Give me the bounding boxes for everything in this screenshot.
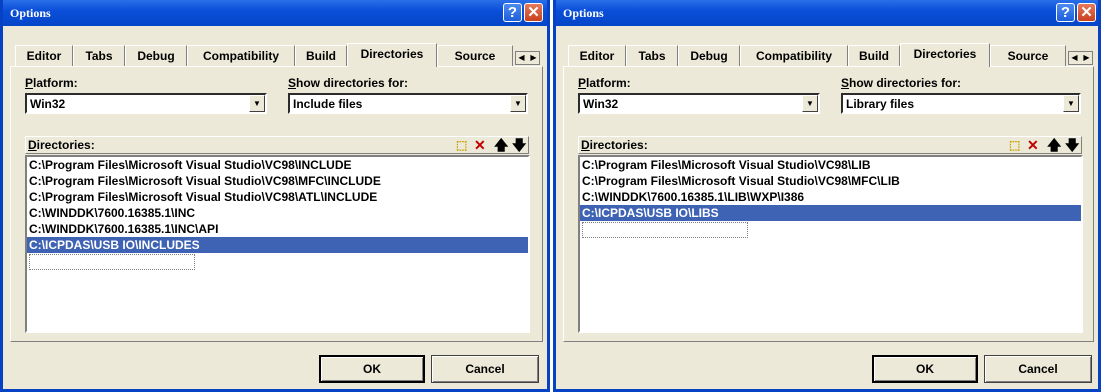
list-item[interactable]: C:\WINDDK\7600.16385.1\INC [27, 205, 528, 221]
tab-scroll-left-icon[interactable]: ◀ [516, 52, 527, 64]
cancel-button[interactable]: Cancel [984, 355, 1092, 383]
platform-select[interactable]: Win32 ▼ [578, 93, 820, 114]
arrow-up-icon[interactable]: 🡅 [494, 137, 508, 153]
tab-directories[interactable]: Directories [347, 43, 437, 67]
list-item-selected[interactable]: C:\ICPDAS\USB IO\LIBS [580, 205, 1081, 221]
list-item[interactable]: C:\Program Files\Microsoft Visual Studio… [27, 173, 528, 189]
directories-label: Directories: [581, 138, 648, 152]
chevron-down-icon[interactable]: ▼ [1063, 95, 1079, 112]
directories-label: Directories: [28, 138, 95, 152]
tab-scroll-buttons[interactable]: ◀ ▶ [515, 51, 540, 65]
tab-source[interactable]: Source [990, 45, 1066, 66]
arrow-down-icon[interactable]: 🡇 [1065, 137, 1079, 153]
directories-list[interactable]: C:\Program Files\Microsoft Visual Studio… [578, 155, 1083, 333]
options-dialog-include: Options ? ✕ Editor Tabs Debug Compatibil… [0, 0, 550, 392]
title-bar[interactable]: Options ? ✕ [556, 0, 1098, 26]
delete-icon[interactable]: ✕ [1027, 137, 1039, 153]
show-directories-select[interactable]: Include files ▼ [288, 93, 528, 114]
options-dialog-library: Options ? ✕ Editor Tabs Debug Compatibil… [553, 0, 1101, 392]
tab-scroll-buttons[interactable]: ◀ ▶ [1068, 51, 1093, 65]
tab-compatibility[interactable]: Compatibility [740, 45, 848, 66]
arrow-down-icon[interactable]: 🡇 [512, 137, 526, 153]
new-entry-placeholder[interactable] [29, 254, 195, 270]
tab-debug[interactable]: Debug [678, 45, 740, 66]
directories-panel: Platform: Win32 ▼ Show directories for: … [10, 66, 543, 342]
platform-select[interactable]: Win32 ▼ [25, 93, 267, 114]
chevron-down-icon[interactable]: ▼ [802, 95, 818, 112]
new-folder-icon[interactable]: ⬚ [1009, 137, 1020, 153]
ok-button[interactable]: OK [872, 355, 978, 383]
chevron-down-icon[interactable]: ▼ [249, 95, 265, 112]
list-item-selected[interactable]: C:\ICPDAS\USB IO\INCLUDES [27, 237, 528, 253]
list-item[interactable]: C:\Program Files\Microsoft Visual Studio… [580, 157, 1081, 173]
tab-build[interactable]: Build [848, 45, 900, 66]
tab-editor[interactable]: Editor [568, 45, 626, 66]
tab-source[interactable]: Source [437, 45, 513, 66]
list-item[interactable]: C:\WINDDK\7600.16385.1\LIB\WXP\I386 [580, 189, 1081, 205]
new-entry-placeholder[interactable] [582, 222, 748, 238]
tab-scroll-right-icon[interactable]: ▶ [1081, 52, 1092, 64]
title-bar[interactable]: Options ? ✕ [3, 0, 547, 26]
window-title: Options [10, 6, 51, 20]
arrow-up-icon[interactable]: 🡅 [1047, 137, 1061, 153]
new-folder-icon[interactable]: ⬚ [456, 137, 467, 153]
directories-list[interactable]: C:\Program Files\Microsoft Visual Studio… [25, 155, 530, 333]
window-title: Options [563, 6, 604, 20]
close-button[interactable]: ✕ [1077, 3, 1096, 22]
show-directories-value: Library files [846, 97, 915, 111]
directories-header: Directories: ⬚ ✕ 🡅 🡇 [25, 136, 529, 154]
list-item[interactable]: C:\Program Files\Microsoft Visual Studio… [27, 189, 528, 205]
list-item[interactable]: C:\WINDDK\7600.16385.1\INC\API [27, 221, 528, 237]
cancel-button[interactable]: Cancel [431, 355, 539, 383]
show-directories-label: Show directories for: [288, 76, 409, 90]
tab-tabs[interactable]: Tabs [73, 45, 125, 66]
platform-value: Win32 [583, 97, 619, 111]
tab-editor[interactable]: Editor [15, 45, 73, 66]
help-button[interactable]: ? [1056, 3, 1075, 22]
tab-compatibility[interactable]: Compatibility [187, 45, 295, 66]
platform-label: Platform: [578, 76, 631, 90]
tab-scroll-right-icon[interactable]: ▶ [528, 52, 539, 64]
platform-label: Platform: [25, 76, 78, 90]
list-item[interactable]: C:\Program Files\Microsoft Visual Studio… [580, 173, 1081, 189]
help-button[interactable]: ? [503, 3, 522, 22]
show-directories-select[interactable]: Library files ▼ [841, 93, 1081, 114]
tab-build[interactable]: Build [295, 45, 347, 66]
directories-header: Directories: ⬚ ✕ 🡅 🡇 [578, 136, 1082, 154]
chevron-down-icon[interactable]: ▼ [510, 95, 526, 112]
tab-directories[interactable]: Directories [900, 43, 990, 67]
delete-icon[interactable]: ✕ [474, 137, 486, 153]
ok-button[interactable]: OK [319, 355, 425, 383]
platform-value: Win32 [30, 97, 66, 111]
show-directories-value: Include files [293, 97, 363, 111]
list-item[interactable]: C:\Program Files\Microsoft Visual Studio… [27, 157, 528, 173]
directories-panel: Platform: Win32 ▼ Show directories for: … [563, 66, 1094, 342]
tab-tabs[interactable]: Tabs [626, 45, 678, 66]
close-button[interactable]: ✕ [524, 3, 543, 22]
tab-debug[interactable]: Debug [125, 45, 187, 66]
tab-scroll-left-icon[interactable]: ◀ [1069, 52, 1080, 64]
show-directories-label: Show directories for: [841, 76, 962, 90]
